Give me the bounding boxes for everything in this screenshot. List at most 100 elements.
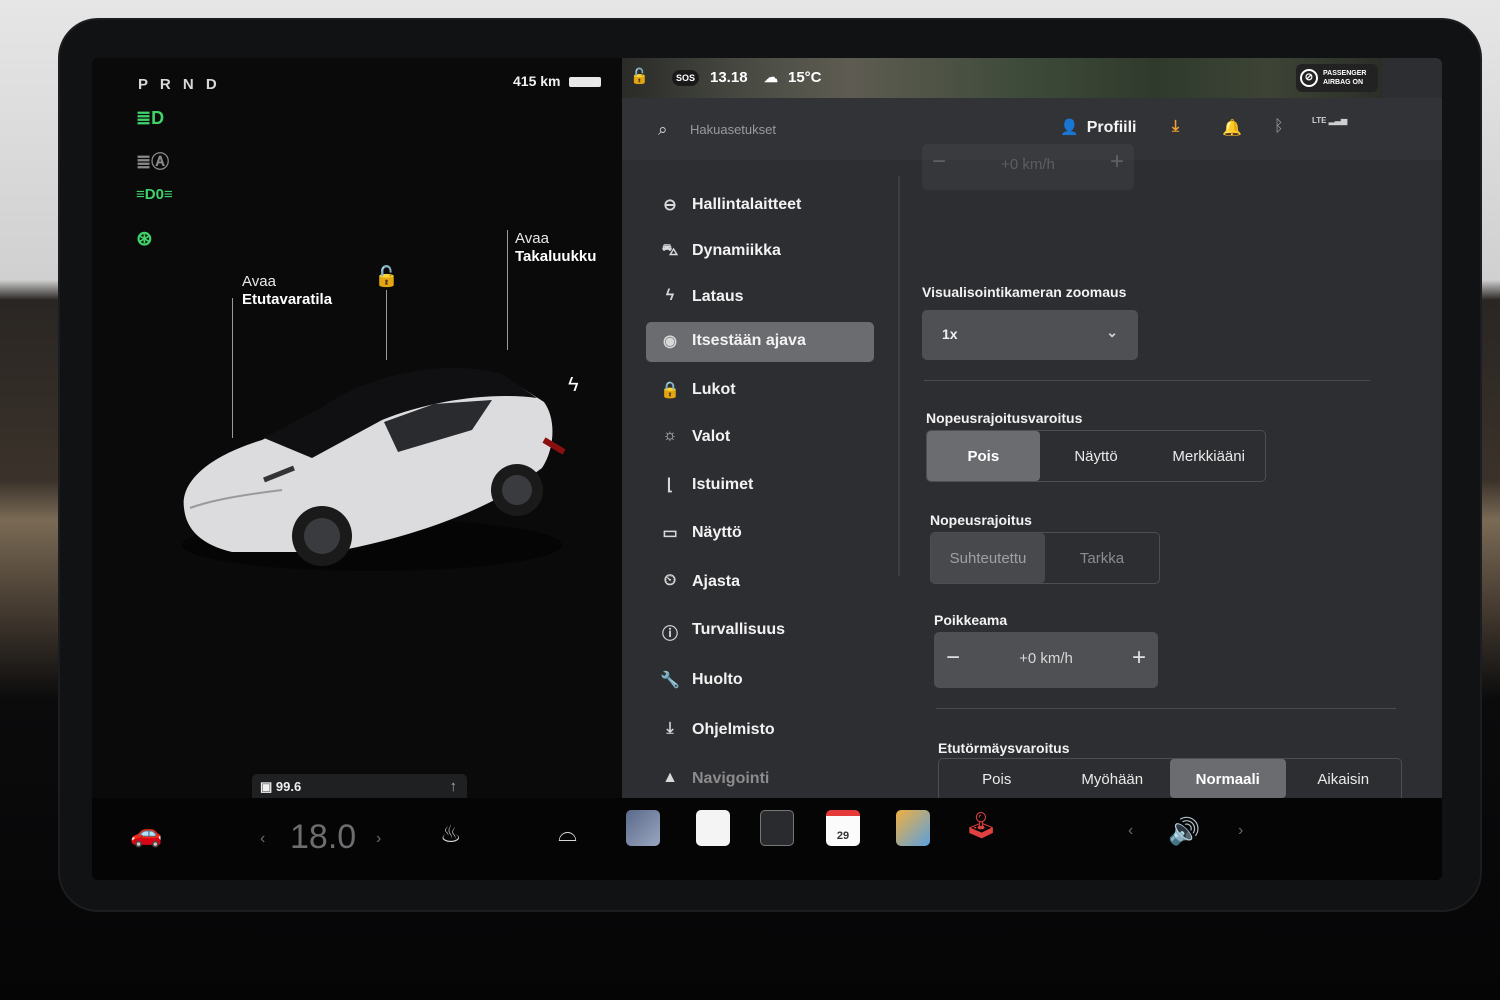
speed-warning-option-pois[interactable]: Pois [927,431,1040,481]
display-icon: ▭ [662,525,678,542]
nav-item-istuimet[interactable]: ⌊ Istuimet [646,466,874,506]
plus-icon[interactable]: + [1132,644,1146,672]
bolt-icon: ϟ [665,287,675,304]
front-defrost-icon[interactable]: ⌓ [558,820,577,848]
notification-bell-icon[interactable]: 🔔 [1222,118,1242,138]
collision-option-aikaisin[interactable]: Aikaisin [1286,759,1402,798]
bottom-dock: 🚗 ‹ 18.0 › ♨ ⌓ 29 🕹 ‹ 🔊 › [92,798,1442,880]
nav-item-dynamiikka[interactable]: ⛍ Dynamiikka [646,232,874,272]
passenger-airbag-indicator: ⊘ PASSENGER AIRBAG ON [1296,64,1378,92]
speed-limit-selector: Suhteutettu Tarkka [930,532,1160,584]
open-frunk-label: Avaa [242,273,276,290]
seat-icon: ⌊ [666,477,674,494]
open-trunk-label: Avaa [515,230,549,247]
nav-item-valot[interactable]: ☼ Valot [646,418,874,458]
collision-option-normaali[interactable]: Normaali [1170,759,1286,798]
section-divider [924,380,1370,381]
software-update-download-icon[interactable]: ⤓ [1172,118,1179,136]
nav-label: Navigointi [692,770,770,787]
battery-icon [569,77,601,87]
cabin-temperature[interactable]: 18.0 [290,818,356,857]
nav-label: Lukot [692,381,736,398]
sos-button[interactable]: SOS [672,70,700,86]
auto-high-beam-icon: ≣Ⓐ [136,152,170,172]
nav-item-navigointi[interactable]: ▲ Navigointi [646,760,874,800]
open-trunk-button[interactable]: Avaa Takaluukku [515,230,596,266]
bluetooth-icon[interactable]: ᛒ [1274,118,1284,136]
top-offset-stepper-partial[interactable]: − +0 km/h + [922,144,1134,190]
collision-option-myohaan[interactable]: Myöhään [1055,759,1171,798]
speed-warning-option-naytto[interactable]: Näyttö [1040,431,1153,481]
speed-warning-option-merkkiaani[interactable]: Merkkiääni [1152,431,1265,481]
clock: 13.18 [710,69,748,86]
zoom-section-title: Visualisointikameran zoomaus [922,284,1127,300]
parking-lights-icon: ≡D0≡ [136,186,173,203]
nav-label: Ohjelmisto [692,721,775,738]
app-launcher-icon[interactable] [760,810,794,846]
speed-limit-option-tarkka[interactable]: Tarkka [1045,533,1159,583]
car-status-pane: P R N D 415 km ≣D ≣Ⓐ ≡D0≡ ⊛ Avaa Etutava… [92,58,622,802]
volume-up-chevron-icon[interactable]: › [1238,822,1243,840]
collision-option-pois[interactable]: Pois [939,759,1055,798]
nav-label: Näyttö [692,524,742,541]
nav-item-turvallisuus[interactable]: ⓘ Turvallisuus [646,611,874,651]
range-readout: 415 km [513,73,561,89]
zoom-value: 1x [942,326,958,342]
sun-icon: ☼ [662,427,678,444]
nav-item-naytto[interactable]: ▭ Näyttö [646,514,874,554]
nav-item-ohjelmisto[interactable]: ⤓ Ohjelmisto [646,711,874,751]
nav-item-lukot[interactable]: 🔒 Lukot [646,371,874,411]
nav-item-huolto[interactable]: 🔧 Huolto [646,661,874,701]
open-frunk-target: Etutavaratila [242,291,333,308]
notes-app-icon[interactable] [696,810,730,846]
low-beam-headlight-icon: ≣D [136,108,165,128]
profile-label: Profiili [1086,119,1137,136]
nav-item-lataus[interactable]: ϟ Lataus [646,278,874,318]
section-divider [936,708,1396,709]
unlocked-padlock-icon[interactable]: 🔓 [374,264,399,289]
toybox-app-icon[interactable] [896,810,930,846]
autopilot-settings-content: − +0 km/h + Visualisointikameran zoomaus… [902,144,1442,798]
calendar-app-icon[interactable]: 29 [826,810,860,846]
expand-arrow-icon[interactable]: ↑ [450,778,458,795]
nav-item-ajasta[interactable]: ⏲ Ajasta [646,563,874,603]
nav-label: Lataus [692,288,744,305]
volume-down-chevron-icon[interactable]: ‹ [1128,822,1133,840]
profile-button[interactable]: 👤 Profiili [1060,118,1136,137]
settings-nav: ⊖ Hallintalaitteet ⛍ Dynamiikka ϟ Lataus ◉ I… [622,160,892,798]
steering-wheel-icon: ◉ [663,333,677,350]
airbag-line2: AIRBAG ON [1323,79,1364,86]
search-input[interactable]: Hakuasetukset [690,122,776,137]
zoom-dropdown[interactable]: 1x ⌄ [922,310,1138,360]
nav-scrollbar[interactable] [898,176,900,576]
offset-value: +0 km/h [1019,650,1073,667]
navigation-app-icon[interactable] [626,810,660,846]
nav-label: Hallintalaitteet [692,196,802,213]
wrench-icon: 🔧 [660,672,680,689]
temp-down-chevron-icon[interactable]: ‹ [260,830,265,848]
plus-icon[interactable]: + [1110,148,1124,176]
airbag-icon: ⊘ [1300,69,1318,87]
speed-limit-option-suhteutettu[interactable]: Suhteutettu [931,533,1045,583]
arcade-joystick-icon[interactable]: 🕹 [964,810,998,846]
seat-heater-icon[interactable]: ♨ [440,820,462,849]
toggle-icon: ⊖ [663,197,677,214]
nav-item-hallintalaitteet[interactable]: ⊖ Hallintalaitteet [646,186,874,226]
offset-title: Poikkeama [934,612,1008,628]
chevron-down-icon: ⌄ [1106,324,1118,340]
nav-label: Dynamiikka [692,242,781,259]
collision-warning-title: Etutörmäysvaroitus [938,740,1070,756]
unlocked-status-icon[interactable]: 🔓 [630,67,649,85]
nav-label: Itsestään ajava [692,332,806,349]
nav-label: Istuimet [692,476,754,493]
volume-speaker-icon[interactable]: 🔊 [1168,816,1200,847]
open-frunk-button[interactable]: Avaa Etutavaratila [242,273,332,309]
car-controls-icon[interactable]: 🚗 [130,818,162,849]
search-icon[interactable]: ⌕ [658,120,668,140]
offset-stepper: − +0 km/h + [934,632,1158,688]
alarm-clock-icon: ⏲ [663,572,677,589]
temp-up-chevron-icon[interactable]: › [376,830,381,848]
lte-signal-icon: LTE ▂▃▅ [1312,116,1348,125]
nav-item-itsestaan-ajava[interactable]: ◉ Itsestään ajava [646,322,874,362]
gear-selector-indicator: P R N D [138,76,221,93]
